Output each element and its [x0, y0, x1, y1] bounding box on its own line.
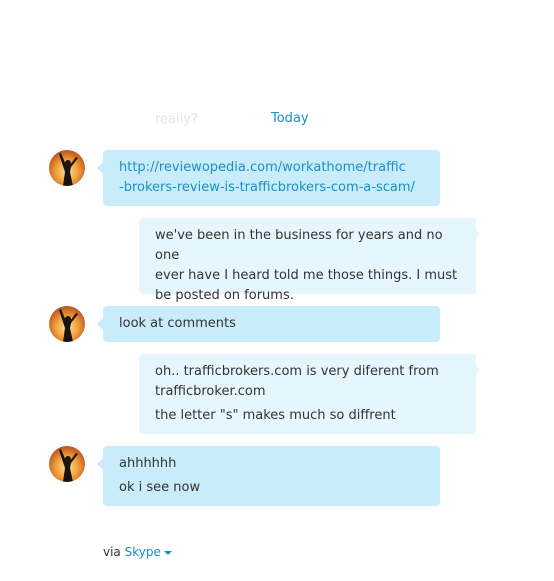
message-link-continued[interactable]: -brokers-review-is-trafficbrokers-com-a-…: [119, 178, 424, 198]
contact-avatar[interactable]: [49, 150, 85, 186]
message-bubble-incoming: ahhhhhh ok i see now: [97, 446, 440, 506]
message-bubble-incoming: look at comments: [97, 306, 440, 342]
message-text: ok i see now: [119, 480, 201, 495]
avatar-image: [49, 446, 85, 482]
date-label: Today: [271, 111, 309, 126]
message-link[interactable]: http://reviewopedia.com/workathome/traff…: [119, 158, 424, 178]
contact-avatar[interactable]: [49, 306, 85, 342]
message-text: oh.. trafficbrokers.com is very diferent…: [155, 364, 439, 379]
message-text: trafficbroker.com: [155, 384, 266, 399]
message-text: ahhhhhh: [119, 456, 177, 471]
chevron-down-icon: [163, 550, 172, 555]
via-service-footer: via Skype: [103, 545, 172, 559]
service-name: Skype: [124, 545, 161, 559]
message-bubble-incoming: http://reviewopedia.com/workathome/traff…: [97, 150, 440, 206]
message-bubble-outgoing: we've been in the business for years and…: [139, 218, 480, 303]
message-text: we've been in the business for years and…: [155, 228, 443, 263]
message-text: look at comments: [119, 316, 236, 331]
message-text: ever have I heard told me those things. …: [155, 268, 458, 283]
message-text: the letter "s" makes much so diffrent: [155, 408, 396, 423]
date-separator: really? Today: [0, 110, 554, 128]
message-bubble-outgoing: oh.. trafficbrokers.com is very diferent…: [139, 354, 480, 434]
message-text: be posted on forums.: [155, 288, 294, 303]
avatar-image: [49, 150, 85, 186]
avatar-image: [49, 306, 85, 342]
via-label: via: [103, 545, 121, 559]
contact-avatar[interactable]: [49, 446, 85, 482]
faded-previous-message: really?: [155, 112, 198, 127]
service-selector[interactable]: Skype: [125, 545, 172, 559]
